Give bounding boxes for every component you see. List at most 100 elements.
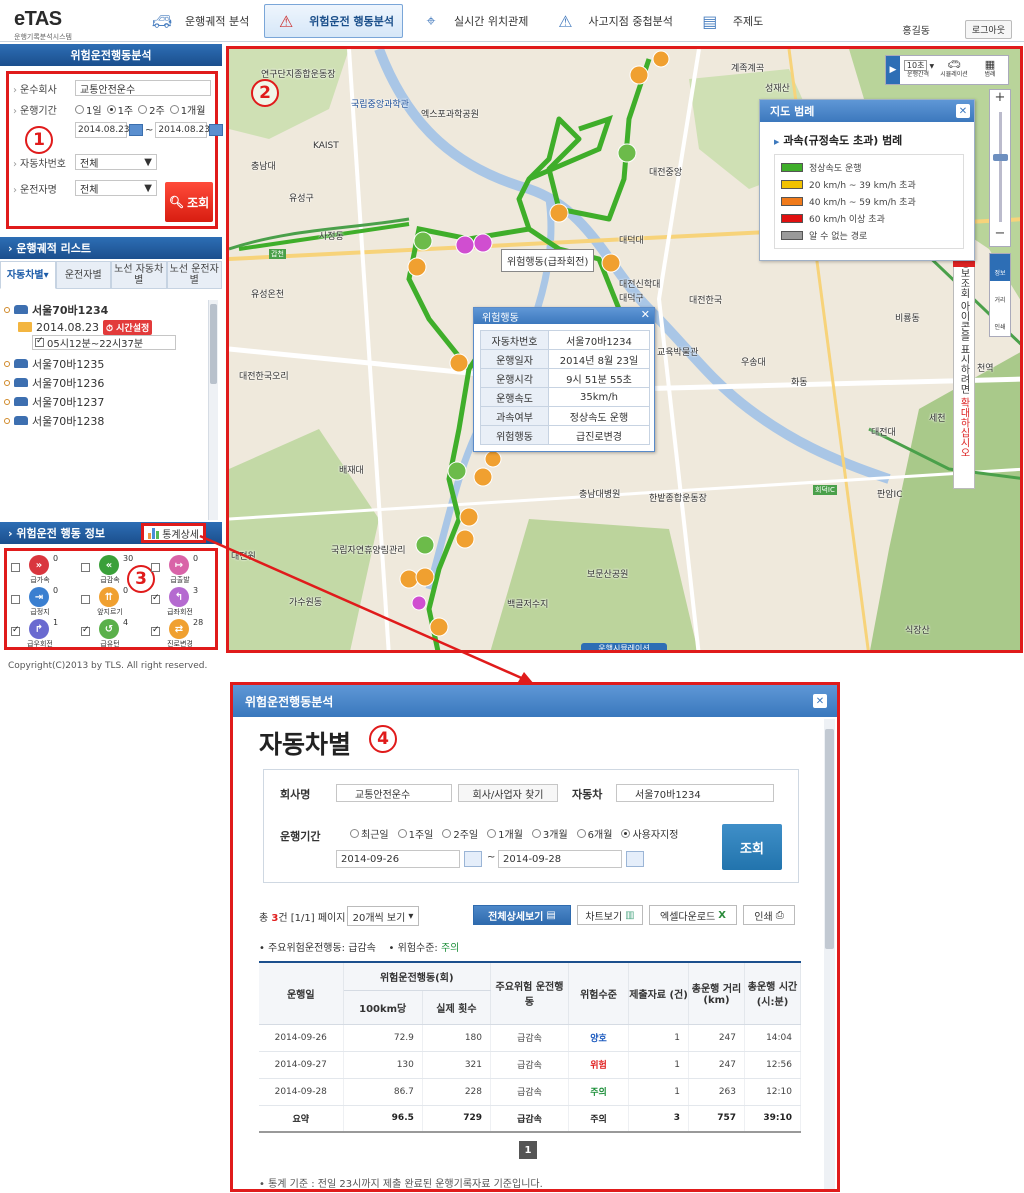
side-tool-button[interactable]: 인쇄 <box>990 308 1010 335</box>
period-radio[interactable]: 1개월 <box>169 102 205 117</box>
calendar-icon[interactable] <box>209 124 224 136</box>
side-tool-button[interactable]: 거리 <box>990 281 1010 308</box>
legend-button[interactable]: ▦ 범례 <box>972 59 1008 79</box>
time-range-item[interactable]: 05시12분~22시37분 <box>32 335 176 350</box>
modal-query-button[interactable]: 조회 <box>722 824 782 870</box>
list-tab[interactable]: 운전자별 <box>55 261 111 289</box>
behavior-checkbox[interactable] <box>11 595 20 604</box>
nav-item[interactable]: ⚠ 사고지점 중첩분석 <box>543 4 681 38</box>
nav-item[interactable]: 🚙︎ 운행궤적 분석 <box>140 4 258 38</box>
modal-scrollbar[interactable] <box>824 719 835 1189</box>
behavior-item[interactable]: » 0 급가속 <box>9 553 79 585</box>
behavior-item[interactable]: ↰ 3 급좌회전 <box>149 585 219 617</box>
nav-item[interactable]: ▤ 주제도 <box>688 4 772 38</box>
app-header: eTAS 운행기록분석시스템 🚙︎ 운행궤적 분석 ⚠ 위험운전 행동분석 ⌖ 실시간 위… <box>0 0 1024 42</box>
modal-date-from[interactable]: 2014-09-26 <box>336 850 460 868</box>
period-radio[interactable]: 1일 <box>75 102 102 117</box>
period-radio-label: 2주 <box>149 106 165 117</box>
list-tab[interactable]: 자동차별▾ <box>0 261 56 289</box>
date-from-input[interactable]: 2014.08.23 <box>75 122 130 138</box>
company-input[interactable]: 교통안전운수 <box>75 80 211 96</box>
behavior-item[interactable]: ⇄ 28 진로변경 <box>149 617 219 649</box>
modal-company-input[interactable]: 교통안전운수 <box>336 784 452 802</box>
print-button[interactable]: 인쇄 ⎙ <box>743 905 795 925</box>
behavior-checkbox[interactable] <box>81 625 90 636</box>
close-icon[interactable]: ✕ <box>956 104 970 118</box>
date-item[interactable]: 2014.08.23 ⏱ 시간설정 <box>18 319 208 335</box>
behavior-checkbox[interactable] <box>151 625 160 636</box>
modal-vehicle-input[interactable]: 서울70바1234 <box>616 784 774 802</box>
calendar-icon[interactable] <box>464 851 482 867</box>
nav-item[interactable]: ⌖ 실시간 위치관제 <box>409 4 537 38</box>
behavior-item[interactable]: ⇥ 0 급정지 <box>9 585 79 617</box>
modal-date-to[interactable]: 2014-09-28 <box>498 850 622 868</box>
popup-key: 운행속도 <box>480 387 549 407</box>
risk-summary: • 주요위험운전행동: 급감속 • 위험수준: 주의 <box>259 939 459 954</box>
excel-download-button[interactable]: 엑셀다운로드 X <box>649 905 737 925</box>
modal-filter-form: 회사명 교통안전운수 회사/사업자 찾기 자동차 서울70바1234 운행기간 … <box>263 769 799 883</box>
modal-period-radio[interactable]: 2주일 <box>442 826 478 841</box>
period-radio[interactable]: 1주 <box>106 102 133 117</box>
zoom-control: + − <box>989 89 1011 247</box>
interval-select[interactable]: 10초 ▼ 운행간격 <box>900 59 936 79</box>
behavior-item[interactable]: « 30 급감속 <box>79 553 149 585</box>
vehicle-item-selected[interactable]: 서울70바1234 <box>4 300 208 319</box>
behavior-checkbox[interactable] <box>151 563 160 572</box>
col-per100km: 100km당 <box>343 990 423 1025</box>
time-setting-button[interactable]: ⏱ 시간설정 <box>102 319 153 335</box>
modal-period-radio[interactable]: 6개월 <box>576 826 612 841</box>
behavior-item[interactable]: ⇈ 0 앞지르기 <box>79 585 149 617</box>
simulation-button[interactable]: 🚗︎ 시뮬레이션 <box>936 59 972 79</box>
vehicle-item[interactable]: 서울70바1236 <box>4 373 208 392</box>
nav-item[interactable]: ⚠ 위험운전 행동분석 <box>264 4 404 38</box>
modal-period-radio[interactable]: 최근일 <box>350 826 389 841</box>
chart-view-button[interactable]: 차트보기 ▥ <box>577 905 643 925</box>
vehicle-select[interactable]: 전체 ▼ <box>75 154 157 170</box>
vehicle-item[interactable]: 서울70바1235 <box>4 354 208 373</box>
page-size-select[interactable]: 20개씩 보기 ▾ <box>347 906 419 926</box>
zoom-slider-thumb[interactable] <box>993 154 1008 161</box>
toolbar-collapse-icon[interactable]: ▶ <box>886 56 900 84</box>
vehicle-list-scrollbar[interactable] <box>208 300 218 520</box>
behavior-item[interactable]: ↺ 4 급유턴 <box>79 617 149 649</box>
vehicle-item[interactable]: 서울70바1237 <box>4 392 208 411</box>
simulation-tab[interactable]: 운행시뮬레이션 <box>581 643 667 650</box>
period-radio[interactable]: 2주 <box>138 102 165 117</box>
behavior-item[interactable]: ↱ 1 급우회전 <box>9 617 79 649</box>
logo[interactable]: eTAS 운행기록분석시스템 <box>14 8 72 42</box>
behavior-checkbox[interactable] <box>81 563 90 572</box>
map-view[interactable]: 연구단지종합운동장 계족계곡 성재산 국립중앙과학관 엑스포과학공원 KAIST… <box>226 46 1023 653</box>
zoom-out-button[interactable]: − <box>990 226 1010 244</box>
time-range-checkbox[interactable] <box>35 336 44 347</box>
scrollbar-thumb[interactable] <box>210 304 217 384</box>
calendar-icon[interactable] <box>626 851 644 867</box>
logout-button[interactable]: 로그아웃 <box>964 20 1012 39</box>
behavior-checkbox[interactable] <box>151 593 160 604</box>
behavior-checkbox[interactable] <box>11 625 20 636</box>
vehicle-item[interactable]: 서울70바1238 <box>4 411 208 430</box>
side-tool-button[interactable]: 정보 <box>990 254 1010 281</box>
date-to-input[interactable]: 2014.08.23 <box>155 122 210 138</box>
map-legend: 지도 범례 ✕ 과속(규정속도 초과) 범례 정상속도 운행 20 km/h ~ … <box>759 99 975 261</box>
close-icon[interactable]: ✕ <box>813 694 827 708</box>
list-tab[interactable]: 노선 운전자별 <box>166 261 222 289</box>
driver-select[interactable]: 전체 ▼ <box>75 180 157 196</box>
modal-period-radio[interactable]: 1주일 <box>397 826 433 841</box>
view-all-detail-button[interactable]: 전체상세보기 ▤ <box>473 905 571 925</box>
zoom-in-button[interactable]: + <box>990 90 1010 108</box>
company-find-button[interactable]: 회사/사업자 찾기 <box>458 784 558 802</box>
query-button[interactable]: 🔍︎ 조회 <box>165 182 213 222</box>
scrollbar-thumb[interactable] <box>825 729 834 949</box>
modal-period-radio[interactable]: 3개월 <box>531 826 568 841</box>
behavior-checkbox[interactable] <box>11 563 20 572</box>
modal-period-radio[interactable]: 1개월 <box>487 826 523 841</box>
behavior-checkbox[interactable] <box>81 595 90 604</box>
calendar-icon[interactable] <box>129 124 143 136</box>
zoom-slider[interactable] <box>999 112 1002 222</box>
behavior-item[interactable]: ↦ 0 급출발 <box>149 553 219 585</box>
page-1-button[interactable]: 1 <box>519 1141 537 1159</box>
close-icon[interactable]: ✕ <box>641 308 650 321</box>
stats-detail-button[interactable]: 통계상세 <box>141 523 206 543</box>
modal-period-radio[interactable]: 사용자지정 <box>621 826 678 841</box>
list-tab[interactable]: 노선 자동차별 <box>111 261 167 289</box>
